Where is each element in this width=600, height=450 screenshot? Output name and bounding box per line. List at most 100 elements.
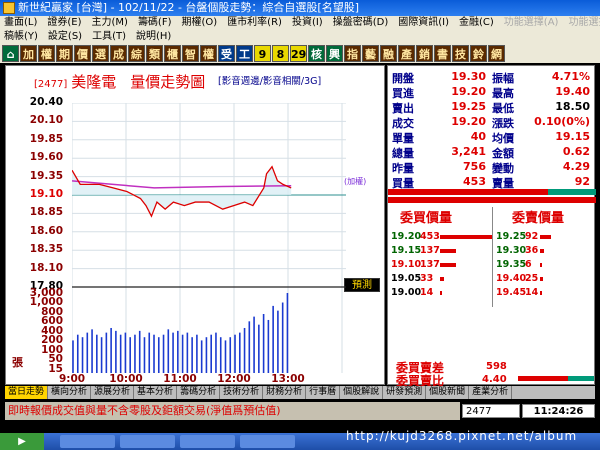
tab-2[interactable]: 橫向分析 — [48, 386, 92, 399]
bid-price[interactable]: 19.15 — [391, 245, 421, 256]
menu-item[interactable]: 證券(E) — [47, 16, 81, 30]
ask-depth-bar — [540, 263, 542, 267]
tab-3[interactable]: 源展分析 — [91, 386, 135, 399]
quote-value: 19.20 — [451, 85, 486, 98]
toolbar-button[interactable]: 產 — [398, 45, 415, 62]
ask-price[interactable]: 19.25 — [496, 231, 526, 242]
menu-item[interactable]: 主力(M) — [92, 16, 128, 30]
toolbar-button[interactable]: 權 — [38, 45, 55, 62]
menu-item[interactable]: 投資(I) — [292, 16, 323, 30]
toolbar-button[interactable]: 工 — [236, 45, 253, 62]
menu-item[interactable]: 稿帳(Y) — [4, 30, 38, 44]
toolbar-button[interactable]: 類 — [146, 45, 163, 62]
ask-ratio-bar — [548, 189, 596, 195]
stock-code-input[interactable]: 2477 — [462, 404, 520, 418]
quote-value: 0.62 — [562, 145, 590, 158]
tab-1[interactable]: 當日走勢 — [5, 386, 49, 399]
ratio-value: 4.40 — [482, 374, 507, 385]
ask-price[interactable]: 19.35 — [496, 259, 526, 270]
menu-item[interactable]: 國際資訊(I) — [398, 16, 449, 30]
toolbar-button[interactable]: 銷 — [416, 45, 433, 62]
quote-label: 買量 — [392, 177, 414, 190]
menu-item[interactable]: 設定(S) — [48, 30, 82, 44]
app-logo-icon — [3, 2, 15, 14]
quote-value: 92 — [574, 175, 590, 188]
menu-item[interactable]: 功能選擇(B) — [568, 16, 600, 30]
tab-6[interactable]: 技術分析 — [220, 386, 264, 399]
toolbar-button[interactable]: 9 — [254, 45, 271, 62]
tab-11[interactable]: 個股新聞 — [426, 386, 470, 399]
toolbar-button[interactable]: 期 — [56, 45, 73, 62]
toolbar-button[interactable]: 綜 — [128, 45, 145, 62]
home-icon[interactable]: ⌂ — [2, 45, 19, 62]
tab-5[interactable]: 籌碼分析 — [177, 386, 221, 399]
tab-7[interactable]: 財務分析 — [263, 386, 307, 399]
toolbar-button[interactable]: 書 — [434, 45, 451, 62]
quote-value: 18.50 — [555, 100, 590, 113]
window-titlebar: 新世紀贏家 [台灣] - 102/11/22 - 台盤個股走勢：綜合自選股[名望… — [0, 0, 600, 16]
taskbar-item[interactable] — [240, 435, 295, 448]
quote-value: 4.29 — [562, 160, 590, 173]
toolbar-button[interactable]: 8 — [272, 45, 289, 62]
toolbar-button[interactable]: 權 — [200, 45, 217, 62]
toolbar-button[interactable]: 加 — [20, 45, 37, 62]
tab-8[interactable]: 行事曆 — [306, 386, 341, 399]
menu-item[interactable]: 籌碼(F) — [138, 16, 172, 30]
toolbar-button[interactable]: 藝 — [362, 45, 379, 62]
toolbar-button[interactable]: 指 — [344, 45, 361, 62]
menu-item[interactable]: 匯市利率(R) — [227, 16, 282, 30]
bid-price[interactable]: 19.05 — [391, 273, 421, 284]
time-tick-label: 11:00 — [163, 373, 197, 385]
bid-depth-bar — [440, 235, 492, 239]
ask-volume: 25 — [525, 273, 539, 284]
toolbar-button[interactable]: 核 — [308, 45, 325, 62]
menu-item[interactable]: 畫面(L) — [4, 16, 37, 30]
reference-caption: (加權) — [344, 177, 367, 186]
menu-item[interactable]: 說明(H) — [136, 30, 171, 44]
quote-label: 最低 — [492, 102, 514, 115]
tab-9[interactable]: 個股解說 — [340, 386, 384, 399]
taskbar-item[interactable] — [180, 435, 235, 448]
ask-price[interactable]: 19.45 — [496, 287, 526, 298]
ask-price[interactable]: 19.40 — [496, 273, 526, 284]
related-links[interactable]: [影音週邊/影音相關/3G] — [218, 73, 321, 87]
toolbar-button[interactable]: 選 — [92, 45, 109, 62]
bid-volume: 453 — [420, 231, 440, 242]
ask-volume: 6 — [525, 259, 532, 270]
bid-price[interactable]: 19.10 — [391, 259, 421, 270]
menu-bar: 畫面(L) 證券(E) 主力(M) 籌碼(F) 期權(O) 匯市利率(R) 投資(I) 操盤密… — [0, 16, 600, 44]
price-volume-chart: [2477] 美隆電 量價走勢圖 [影音週邊/影音相關/3G] (加權) 預測 張 … — [5, 65, 385, 385]
menu-item[interactable]: 工具(T) — [92, 30, 126, 44]
start-button[interactable]: ▶ — [0, 433, 44, 450]
menu-item[interactable]: 操盤密碼(D) — [333, 16, 389, 30]
bid-price[interactable]: 19.00 — [391, 287, 421, 298]
menu-item[interactable]: 金融(C) — [459, 16, 494, 30]
toolbar-button[interactable]: 29 — [290, 45, 307, 62]
tab-4[interactable]: 基本分析 — [134, 386, 178, 399]
toolbar-button[interactable]: 技 — [452, 45, 469, 62]
menu-item[interactable]: 功能選擇(A) — [504, 16, 559, 30]
quote-value: 40 — [470, 130, 486, 143]
quote-value: 0.10(0%) — [534, 115, 590, 128]
ask-price[interactable]: 19.30 — [496, 245, 526, 256]
taskbar-item[interactable] — [60, 435, 115, 448]
bid-volume: 33 — [420, 273, 434, 284]
toolbar-button[interactable]: 成 — [110, 45, 127, 62]
toolbar-button[interactable]: 融 — [380, 45, 397, 62]
toolbar-button[interactable]: 智 — [182, 45, 199, 62]
predict-button[interactable]: 預測 — [344, 278, 380, 292]
toolbar-button[interactable]: 網 — [488, 45, 505, 62]
tab-12[interactable]: 產業分析 — [469, 386, 513, 399]
tab-10[interactable]: 研發預測 — [383, 386, 427, 399]
toolbar-button[interactable]: 價 — [74, 45, 91, 62]
bid-price[interactable]: 19.20 — [391, 231, 421, 242]
ask-volume: 92 — [525, 231, 539, 242]
price-tick-label: 19.10 — [29, 188, 63, 200]
toolbar-button[interactable]: 鈴 — [470, 45, 487, 62]
taskbar-item[interactable] — [120, 435, 175, 448]
menu-item[interactable]: 期權(O) — [182, 16, 218, 30]
toolbar-button[interactable]: 興 — [326, 45, 343, 62]
toolbar-button[interactable]: 櫃 — [164, 45, 181, 62]
toolbar-button[interactable]: 受 — [218, 45, 235, 62]
quote-value: 453 — [463, 175, 486, 188]
